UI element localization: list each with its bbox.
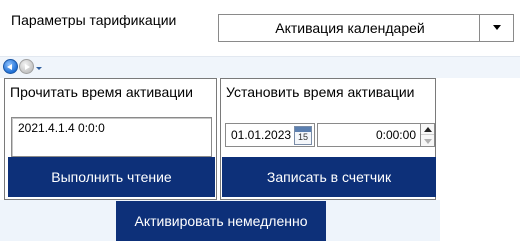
- execute-read-button[interactable]: Выполнить чтение: [8, 157, 215, 197]
- activate-immediately-button[interactable]: Активировать немедленно: [116, 201, 326, 241]
- tariff-mode-select-value: Активация календарей: [275, 20, 425, 36]
- activation-time-field[interactable]: 0:00:00: [317, 123, 421, 147]
- history-dropdown-icon[interactable]: [36, 66, 42, 70]
- chevron-down-icon[interactable]: [479, 15, 513, 41]
- forward-arrow-icon[interactable]: [19, 59, 34, 74]
- tariff-mode-select[interactable]: Активация календарей: [218, 14, 514, 42]
- activation-time-value: 0:00:00: [375, 128, 416, 142]
- spin-up-icon[interactable]: [421, 124, 434, 135]
- spin-down-icon[interactable]: [421, 136, 434, 147]
- read-activation-title: Прочитать время активации: [10, 84, 193, 100]
- activation-date-picker[interactable]: 01.01.2023 15: [225, 123, 315, 147]
- time-spinner[interactable]: [421, 123, 435, 147]
- set-activation-title: Установить время активации: [226, 84, 415, 100]
- tariff-parameters-label: Параметры тарификации: [11, 12, 177, 28]
- calendar-icon[interactable]: 15: [294, 126, 312, 145]
- write-to-meter-button[interactable]: Записать в счетчик: [222, 157, 436, 197]
- activation-time-readout[interactable]: 2021.4.1.4 0:0:0: [11, 117, 212, 157]
- calendar-icon-day: 15: [297, 132, 308, 142]
- activation-date-value: 01.01.2023: [231, 128, 292, 142]
- back-arrow-icon[interactable]: [3, 59, 18, 74]
- navigation-bar: [0, 56, 520, 78]
